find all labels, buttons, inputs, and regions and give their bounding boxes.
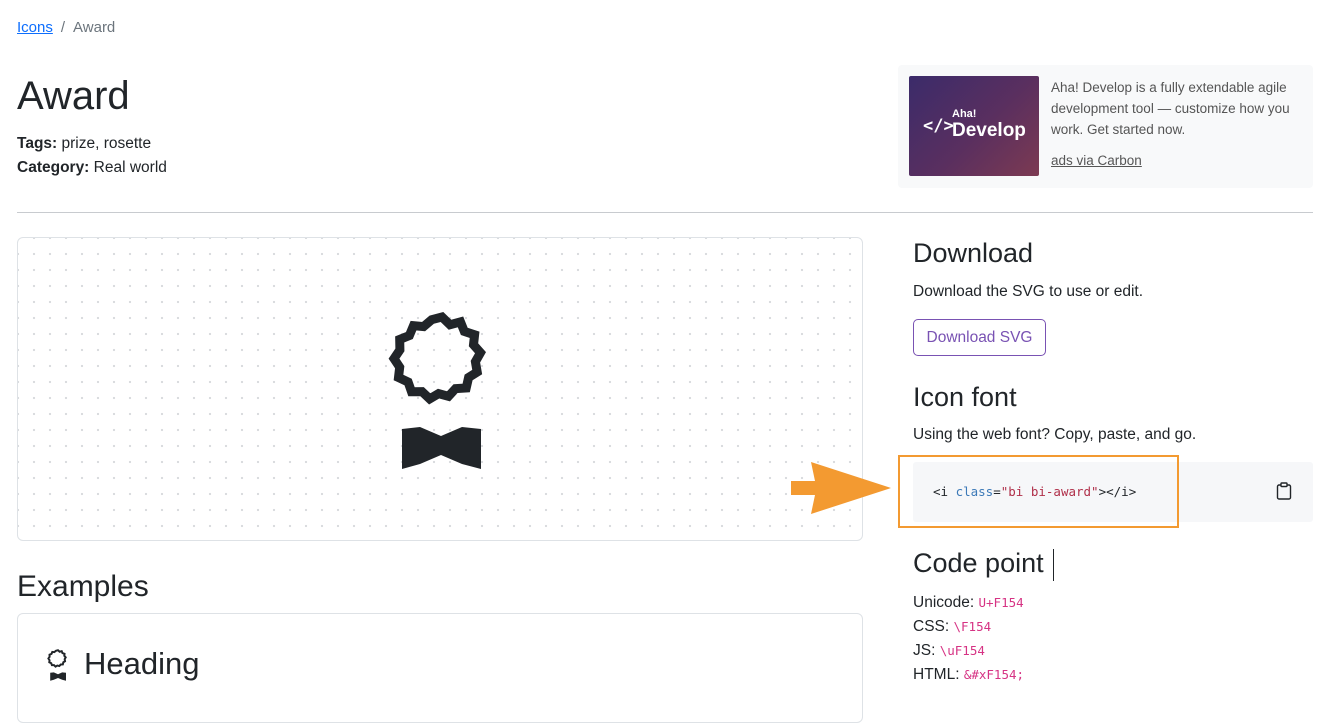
ad-brand-small: Aha! <box>952 108 977 120</box>
award-icon <box>47 649 67 681</box>
clipboard-icon[interactable] <box>1276 482 1292 500</box>
category-value: Real world <box>93 159 167 176</box>
icon-font-title: Icon font <box>913 382 1017 412</box>
examples-title: Examples <box>17 570 149 603</box>
code-point-value: \F154 <box>953 619 992 634</box>
breadcrumb: Icons / Award <box>17 19 115 36</box>
code-point-html: HTML: &#xF154; <box>913 663 1024 687</box>
text-cursor <box>1053 549 1054 581</box>
icon-preview <box>17 237 863 541</box>
arrow-right-icon <box>791 462 891 514</box>
tags-row: Tags: prize, rosette <box>17 132 167 156</box>
code-point-unicode: Unicode: U+F154 <box>913 591 1024 615</box>
icon-meta: Tags: prize, rosette Category: Real worl… <box>17 132 167 180</box>
icon-font-description: Using the web font? Copy, paste, and go. <box>913 426 1197 443</box>
ad-brand-large: Develop <box>952 120 1026 141</box>
code-icon: </> <box>923 116 954 136</box>
code-point-list: Unicode: U+F154 CSS: \F154 JS: \uF154 HT… <box>913 591 1024 687</box>
page-title: Award <box>17 74 130 118</box>
examples-box: Heading <box>17 613 863 723</box>
tags-value: prize, rosette <box>61 135 152 152</box>
code-point-label: JS: <box>913 642 936 659</box>
breadcrumb-separator: / <box>60 19 66 36</box>
ad-text[interactable]: Aha! Develop is a fully extendable agile… <box>1051 77 1303 140</box>
ad-image[interactable]: </> Aha! Develop <box>909 76 1039 176</box>
download-description: Download the SVG to use or edit. <box>913 283 1144 300</box>
code-point-label: HTML: <box>913 666 960 683</box>
category-label: Category: <box>17 159 90 176</box>
example-heading: Heading <box>84 646 200 681</box>
category-row: Category: Real world <box>17 156 167 180</box>
award-icon <box>388 312 486 469</box>
breadcrumb-current: Award <box>73 19 116 36</box>
code-point-title: Code point <box>913 548 1044 578</box>
tags-label: Tags: <box>17 135 58 152</box>
code-point-label: Unicode: <box>913 594 975 611</box>
code-point-value: U+F154 <box>978 595 1024 610</box>
download-svg-button[interactable]: Download SVG <box>913 319 1046 356</box>
ads-via-carbon-link[interactable]: ads via Carbon <box>1051 153 1142 168</box>
divider <box>17 212 1313 213</box>
code-point-value: &#xF154; <box>963 667 1025 682</box>
code-point-value: \uF154 <box>939 643 985 658</box>
code-point-css: CSS: \F154 <box>913 615 1024 639</box>
breadcrumb-icons-link[interactable]: Icons <box>17 19 53 36</box>
download-title: Download <box>913 238 1034 268</box>
code-point-js: JS: \uF154 <box>913 639 1024 663</box>
carbon-ad: </> Aha! Develop Aha! Develop is a fully… <box>898 65 1313 188</box>
code-point-label: CSS: <box>913 618 950 635</box>
highlight-box <box>898 455 1179 528</box>
